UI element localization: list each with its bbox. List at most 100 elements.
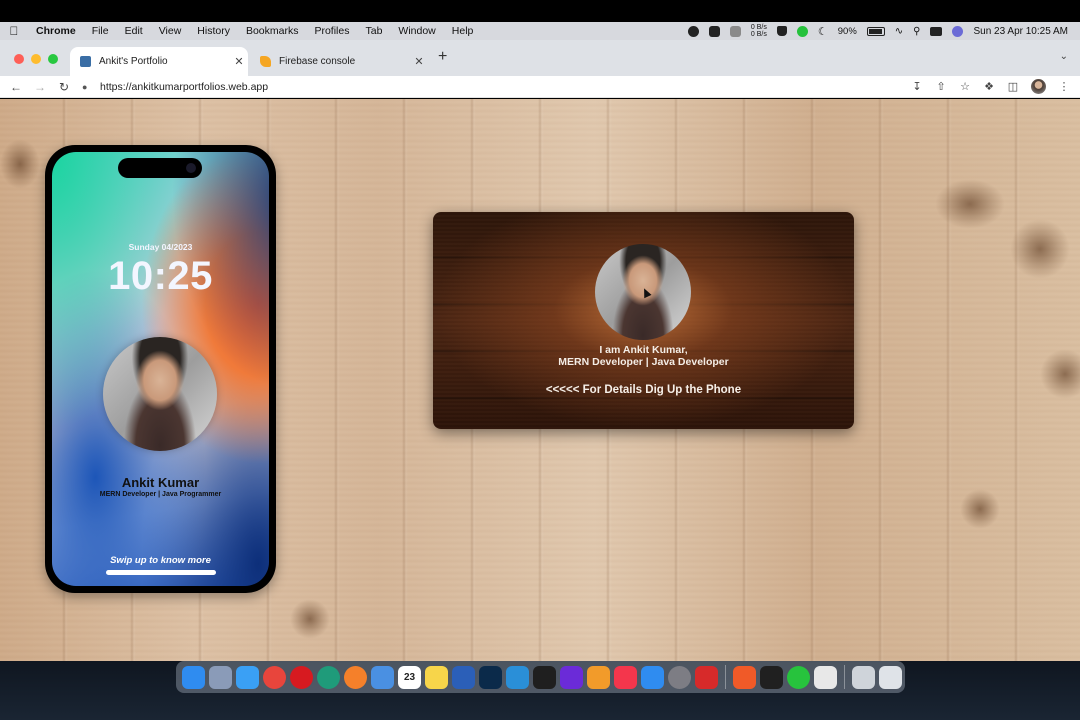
tab-firebase[interactable]: Firebase console ✕ xyxy=(250,47,428,76)
tab-title: Firebase console xyxy=(279,56,356,67)
toolbar-actions: ↧ ⇧ ☆ ❖ ◫ ⋮ xyxy=(911,79,1070,94)
terminal-icon[interactable] xyxy=(760,665,783,689)
menu-view[interactable]: View xyxy=(151,25,190,37)
reload-icon[interactable]: ↻ xyxy=(52,80,76,94)
brave-icon[interactable] xyxy=(733,665,756,689)
dock: 23 xyxy=(176,661,905,693)
swipe-up-hint[interactable]: Swip up to know more xyxy=(52,555,269,566)
share-icon[interactable]: ⇧ xyxy=(935,81,947,93)
net-download: 0 B/s xyxy=(750,31,767,38)
mail-icon[interactable] xyxy=(371,665,394,689)
phone-name: Ankit Kumar xyxy=(121,475,200,490)
vscode-icon[interactable] xyxy=(506,665,529,689)
wifi-icon[interactable]: ∿ xyxy=(895,26,903,37)
notes-icon[interactable] xyxy=(425,665,448,689)
menu-history[interactable]: History xyxy=(189,25,238,37)
toolbar: ← → ↻ ● https://ankitkumarportfolios.web… xyxy=(0,76,1080,98)
network-speed: 0 B/s 0 B/s xyxy=(751,24,767,38)
portfolio-favicon-icon xyxy=(80,56,91,67)
url-text[interactable]: https://ankitkumarportfolios.web.app xyxy=(100,81,268,93)
menu-datetime[interactable]: Sun 23 Apr 10:25 AM xyxy=(973,26,1068,37)
battery-icon[interactable] xyxy=(866,26,885,36)
calendar-icon[interactable]: 23 xyxy=(398,665,421,689)
bookmark-star-icon[interactable]: ☆ xyxy=(959,81,971,93)
record-icon[interactable] xyxy=(687,25,699,37)
pycharm-icon[interactable] xyxy=(533,665,556,689)
wood-knot xyxy=(960,489,1000,529)
phone-date: Sunday 04/2023 xyxy=(128,242,193,252)
menu-bar:  Chrome File Edit View History Bookmark… xyxy=(0,22,1080,40)
lock-icon[interactable]: ● xyxy=(82,82,92,92)
menu-edit[interactable]: Edit xyxy=(117,25,151,37)
system-settings-icon[interactable] xyxy=(668,665,691,689)
card-call-to-action: <<<<< For Details Dig Up the Phone xyxy=(545,384,742,396)
menu-window[interactable]: Window xyxy=(390,25,443,37)
tab-search-chevron-icon[interactable]: ⌄ xyxy=(1060,51,1068,62)
notification-bell-icon[interactable] xyxy=(776,26,787,36)
safari-icon[interactable] xyxy=(236,665,259,689)
acrobat-icon[interactable] xyxy=(695,665,718,689)
moon-icon[interactable]: ☾ xyxy=(818,25,828,38)
menu-tab[interactable]: Tab xyxy=(357,25,390,37)
word-icon[interactable] xyxy=(452,665,475,689)
chrome-icon[interactable] xyxy=(263,665,286,689)
wood-knot xyxy=(935,179,1005,229)
wood-knot xyxy=(1040,349,1080,399)
minimize-window-button[interactable] xyxy=(31,54,41,64)
apple-menu-icon[interactable]:  xyxy=(0,24,28,38)
tab-title: Ankit's Portfolio xyxy=(99,56,168,67)
new-tab-icon[interactable]: + xyxy=(438,48,447,66)
back-icon[interactable]: ← xyxy=(4,80,28,94)
menu-bookmarks[interactable]: Bookmarks xyxy=(238,25,307,37)
card-intro-line: I am Ankit Kumar, xyxy=(599,344,688,356)
sublime-icon[interactable] xyxy=(587,665,610,689)
gift-icon[interactable] xyxy=(814,665,837,689)
hidden-status-icon[interactable] xyxy=(729,25,741,37)
search-icon[interactable]: ⚲ xyxy=(913,26,920,37)
edge-icon[interactable] xyxy=(317,665,340,689)
whatsapp-icon[interactable] xyxy=(787,665,810,689)
phone-mockup[interactable]: Sunday 04/2023 10:25 Ankit Kumar MERN De… xyxy=(45,145,276,593)
intellij-icon[interactable] xyxy=(560,665,583,689)
phone-time: 10:25 xyxy=(108,254,213,298)
close-tab-icon[interactable]: ✕ xyxy=(410,55,428,68)
install-app-icon[interactable]: ↧ xyxy=(911,81,923,93)
finder-icon[interactable] xyxy=(182,665,205,689)
opera-icon[interactable] xyxy=(290,665,313,689)
menu-chrome[interactable]: Chrome xyxy=(28,25,84,37)
extensions-puzzle-icon[interactable]: ❖ xyxy=(983,81,995,93)
menu-help[interactable]: Help xyxy=(444,25,482,37)
archive-icon[interactable] xyxy=(852,665,875,689)
music-icon[interactable] xyxy=(614,665,637,689)
photoshop-icon[interactable] xyxy=(479,665,502,689)
launchpad-icon[interactable] xyxy=(209,665,232,689)
address-bar[interactable]: ● https://ankitkumarportfolios.web.app xyxy=(82,76,892,98)
intro-card: I am Ankit Kumar, MERN Developer | Java … xyxy=(433,212,854,429)
window-controls xyxy=(14,54,58,64)
tab-portfolio[interactable]: Ankit's Portfolio ✕ xyxy=(70,47,248,76)
app-status-icon[interactable] xyxy=(708,25,720,37)
whatsapp-status-icon[interactable] xyxy=(796,25,808,37)
profile-avatar[interactable] xyxy=(1031,79,1046,94)
net-upload: 0 B/s xyxy=(750,24,767,31)
home-indicator[interactable] xyxy=(106,570,216,575)
trash-icon[interactable] xyxy=(879,665,902,689)
more-menu-icon[interactable]: ⋮ xyxy=(1058,81,1070,93)
wood-knot xyxy=(290,599,330,639)
menu-file[interactable]: File xyxy=(84,25,117,37)
forward-icon[interactable]: → xyxy=(28,80,52,94)
card-role-line: MERN Developer | Java Developer xyxy=(558,356,729,368)
close-window-button[interactable] xyxy=(14,54,24,64)
siri-icon[interactable] xyxy=(952,25,964,37)
dock-separator xyxy=(725,665,726,689)
phone-role: MERN Developer | Java Programmer xyxy=(99,491,222,498)
zoom-window-button[interactable] xyxy=(48,54,58,64)
close-tab-icon[interactable]: ✕ xyxy=(230,55,248,68)
control-center-icon[interactable] xyxy=(930,26,943,36)
menu-profiles[interactable]: Profiles xyxy=(306,25,357,37)
phone-profile-photo xyxy=(103,337,217,451)
side-panel-icon[interactable]: ◫ xyxy=(1007,81,1019,93)
firefox-icon[interactable] xyxy=(344,665,367,689)
app-store-icon[interactable] xyxy=(641,665,664,689)
phone-lock-screen[interactable]: Sunday 04/2023 10:25 Ankit Kumar MERN De… xyxy=(52,152,269,586)
